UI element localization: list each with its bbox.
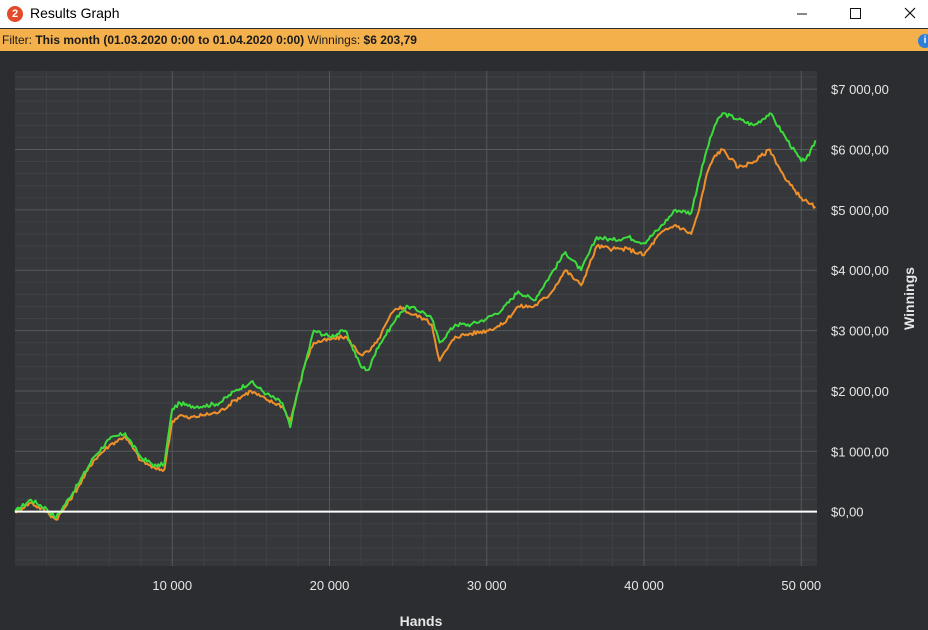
- filter-period: This month (01.03.2020 0:00 to 01.04.202…: [35, 33, 305, 47]
- y-tick-label: $6 000,00: [831, 142, 889, 157]
- y-tick-label: $3 000,00: [831, 324, 889, 339]
- window-title: Results Graph: [30, 5, 120, 21]
- window-titlebar: 2 Results Graph: [0, 0, 928, 28]
- y-tick-label: $4 000,00: [831, 263, 889, 278]
- x-tick-label: 30 000: [467, 578, 507, 593]
- winnings-value: $6 203,79: [363, 33, 417, 47]
- app-logo-icon: 2: [7, 6, 23, 22]
- close-icon: [904, 7, 916, 19]
- maximize-button[interactable]: [832, 0, 878, 28]
- y-tick-label: $2 000,00: [831, 384, 889, 399]
- minimize-icon: [797, 13, 807, 15]
- results-graph-svg: 10 000 20 000 30 000 40 000 50 000 $0,00 $1 00…: [14, 71, 917, 629]
- info-icon[interactable]: i: [918, 34, 928, 48]
- y-tick-label: $1 000,00: [831, 444, 889, 459]
- y-tick-label: $7 000,00: [831, 82, 889, 97]
- y-tick-label: $0,00: [831, 505, 864, 520]
- winnings-label: Winnings:: [307, 33, 361, 47]
- results-chart: 10 000 20 000 30 000 40 000 50 000 $0,00 $1 00…: [0, 51, 928, 630]
- filter-prefix: Filter:: [2, 33, 32, 47]
- close-button[interactable]: [882, 0, 928, 28]
- y-tick-label: $5 000,00: [831, 203, 889, 218]
- x-tick-label: 20 000: [310, 578, 350, 593]
- filter-bar: Filter: This month (01.03.2020 0:00 to 0…: [0, 29, 928, 51]
- x-tick-label: 10 000: [152, 578, 192, 593]
- y-axis-label: Winnings: [901, 267, 917, 330]
- maximize-icon: [850, 8, 861, 19]
- x-tick-label: 40 000: [624, 578, 664, 593]
- x-tick-label: 50 000: [781, 578, 821, 593]
- x-axis-label: Hands: [400, 613, 443, 629]
- minimize-button[interactable]: [778, 0, 824, 28]
